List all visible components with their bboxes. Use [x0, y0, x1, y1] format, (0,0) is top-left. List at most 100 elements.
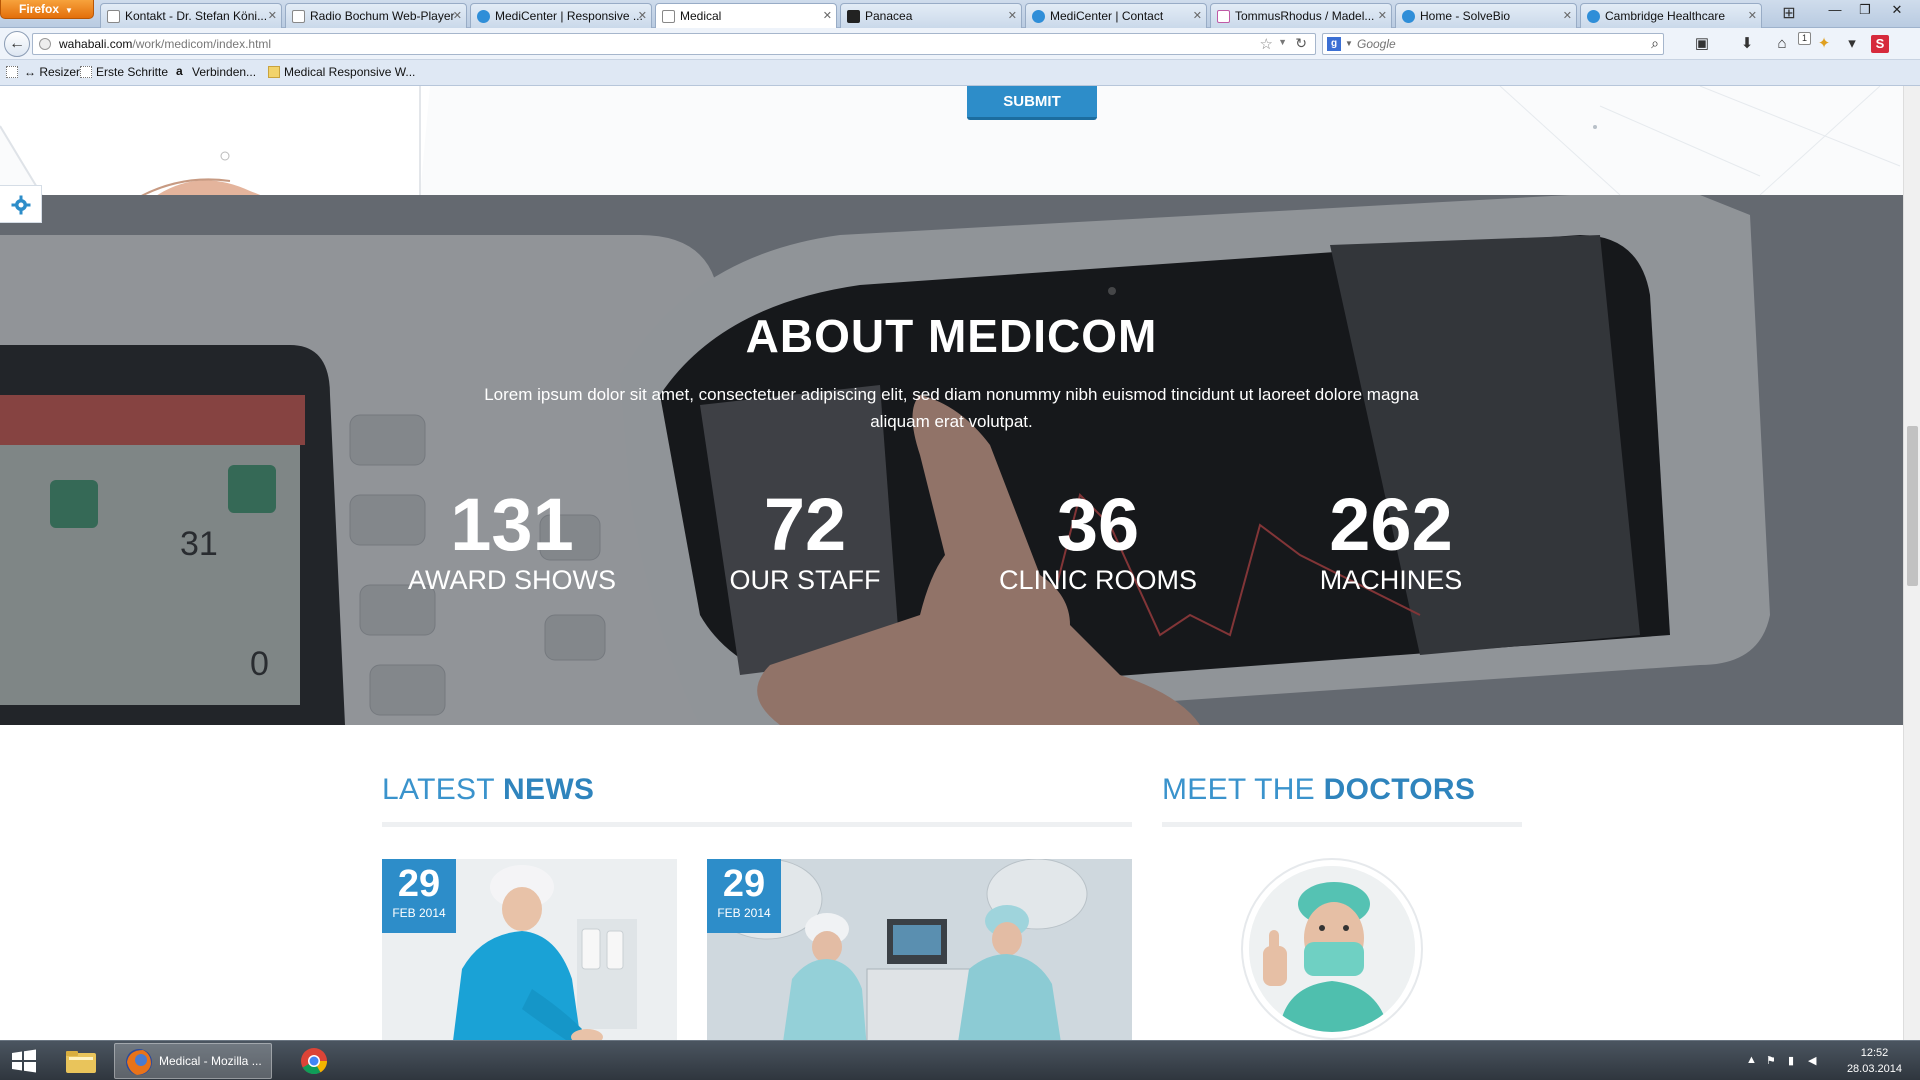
tab-label: Home - SolveBio: [1420, 9, 1511, 23]
news-card[interactable]: 29 FEB 2014: [382, 859, 677, 1040]
bookmark-label: Medical Responsive W...: [284, 65, 416, 79]
show-hidden-icons-icon[interactable]: ▲: [1746, 1054, 1757, 1066]
tab-label: Panacea: [865, 9, 913, 23]
surgeon-thumbs-up-image: [1249, 866, 1415, 1032]
tab-solvebio[interactable]: Home - SolveBio ✕: [1395, 3, 1577, 28]
tab-medical[interactable]: Medical ✕: [655, 3, 837, 28]
search-engine-dropdown-icon[interactable]: ▼: [1345, 39, 1353, 48]
bookmark-verbinden[interactable]: a Verbinden...: [176, 64, 256, 79]
firefox-menu-button[interactable]: Firefox ▼: [0, 0, 94, 19]
url-text[interactable]: wahabali.com/work/medicom/index.html: [59, 37, 271, 51]
solvebio-icon: [1402, 10, 1415, 23]
reload-icon[interactable]: ↻: [1295, 35, 1307, 52]
chevron-down-icon: ▼: [65, 6, 73, 15]
doctors-heading-divider: [1162, 822, 1522, 827]
amazon-icon: a: [176, 64, 183, 78]
restore-icon[interactable]: ❐: [1850, 0, 1880, 20]
cambridge-icon: [1587, 10, 1600, 23]
close-window-icon[interactable]: ✕: [1882, 0, 1912, 20]
tab-label: TommusRhodus / Madel...: [1235, 9, 1375, 23]
taskbar-firefox[interactable]: Medical - Mozilla ...: [114, 1043, 272, 1079]
page-icon: [107, 10, 120, 23]
action-center-flag-icon[interactable]: ⚑: [1766, 1054, 1776, 1067]
windows-start-button[interactable]: [8, 1047, 40, 1075]
tab-tommusrhodus[interactable]: TommusRhodus / Madel... ✕: [1210, 3, 1392, 28]
search-bar[interactable]: g ▼ ⌕: [1322, 33, 1664, 55]
bookmark-resizer[interactable]: ↔ Resizer: [24, 65, 80, 79]
bookmarks-menu-icon[interactable]: ▣: [1690, 34, 1714, 54]
doctor-avatar[interactable]: [1241, 858, 1423, 1040]
taskbar-chrome[interactable]: [284, 1043, 344, 1079]
contact-section-bottom: SUBMIT: [0, 86, 1903, 195]
about-title: ABOUT MEDICOM: [745, 310, 1158, 362]
close-icon[interactable]: ✕: [1378, 4, 1387, 28]
tab-kontakt[interactable]: Kontakt - Dr. Stefan Köni... ✕: [100, 3, 282, 28]
stat-number: 131: [450, 483, 574, 566]
home-icon[interactable]: ⌂: [1770, 34, 1794, 54]
history-dropdown-icon[interactable]: ▼: [1278, 37, 1287, 47]
close-icon[interactable]: ✕: [268, 4, 277, 28]
bookmark-icon: [6, 65, 18, 79]
stat-our-staff: 72 OUR STAFF: [680, 485, 930, 597]
news-card[interactable]: 29 FEB 2014: [707, 859, 1132, 1040]
bookmark-erste-schritte[interactable]: Erste Schritte: [80, 65, 168, 79]
search-icon[interactable]: ⌕: [1651, 35, 1659, 52]
close-icon[interactable]: ✕: [638, 4, 647, 28]
stat-award-shows: 131 AWARD SHOWS: [387, 485, 637, 597]
clock-time: 12:52: [1860, 1047, 1889, 1059]
stat-label: CLINIC ROOMS: [998, 565, 1198, 595]
close-icon[interactable]: ✕: [1008, 4, 1017, 28]
scrollbar-thumb[interactable]: [1907, 426, 1918, 586]
google-icon[interactable]: g: [1327, 37, 1341, 51]
volume-icon[interactable]: ◀: [1808, 1054, 1816, 1067]
sync-s-icon[interactable]: S: [1871, 35, 1889, 53]
stat-label: AWARD SHOWS: [408, 565, 616, 595]
page-icon: [662, 10, 675, 23]
close-icon[interactable]: ✕: [1193, 4, 1202, 28]
stat-label: OUR STAFF: [729, 565, 881, 595]
stat-number: 262: [1329, 483, 1453, 566]
close-icon[interactable]: ✕: [823, 4, 832, 28]
about-description: Lorem ipsum dolor sit amet, consectetuer…: [484, 385, 1419, 431]
chrome-icon: [301, 1048, 328, 1075]
latest-news-heading: LATEST NEWS: [382, 773, 594, 807]
bookmark-medical-responsive[interactable]: Medical Responsive W...: [268, 65, 415, 79]
heading-light: MEET THE: [1162, 773, 1315, 806]
close-icon[interactable]: ✕: [1748, 4, 1757, 28]
back-arrow-icon[interactable]: ←: [4, 31, 30, 57]
taskbar-firefox-label: Medical - Mozilla ...: [159, 1054, 262, 1068]
tab-medicenter-responsive[interactable]: MediCenter | Responsive ... ✕: [470, 3, 652, 28]
url-bar[interactable]: wahabali.com/work/medicom/index.html ☆ ▼…: [32, 33, 1316, 55]
bookmarks-toolbar: ↔ Resizer Erste Schritte a Verbinden... M…: [0, 60, 1920, 86]
search-input[interactable]: [1357, 36, 1637, 52]
firefox-menu-label: Firefox: [19, 2, 60, 16]
tab-panacea[interactable]: Panacea ✕: [840, 3, 1022, 28]
close-icon[interactable]: ✕: [1563, 4, 1572, 28]
menu-dropdown-icon[interactable]: ▾: [1840, 34, 1864, 54]
addon-icon[interactable]: ✦: [1812, 34, 1836, 54]
submit-button[interactable]: SUBMIT: [967, 86, 1097, 120]
page-icon: [80, 66, 92, 78]
date-month: FEB 2014: [392, 906, 446, 920]
date-day: 29: [722, 863, 766, 905]
tab-label: Kontakt - Dr. Stefan Köni...: [125, 9, 268, 23]
minimize-icon[interactable]: —: [1820, 0, 1850, 20]
page-scrollbar[interactable]: [1903, 86, 1920, 1040]
bookmark-star-icon[interactable]: ☆: [1260, 35, 1273, 53]
settings-panel-toggle[interactable]: [0, 185, 42, 223]
close-icon[interactable]: ✕: [453, 4, 462, 28]
download-icon[interactable]: ⬇: [1735, 34, 1759, 54]
tab-label: MediCenter | Contact: [1050, 9, 1164, 23]
taskbar-explorer[interactable]: [50, 1043, 110, 1079]
tab-medicenter-contact[interactable]: MediCenter | Contact ✕: [1025, 3, 1207, 28]
system-clock[interactable]: 12:52 28.03.2014: [1847, 1045, 1902, 1077]
about-dark-overlay: [0, 195, 1903, 725]
stat-machines: 262 MACHINES: [1266, 485, 1516, 597]
meet-doctors-heading: MEET THE DOCTORS: [1162, 773, 1475, 807]
date-day: 29: [397, 863, 441, 905]
network-signal-icon[interactable]: ▮: [1788, 1054, 1794, 1067]
tab-cambridge-healthcare[interactable]: Cambridge Healthcare ✕: [1580, 3, 1762, 28]
tab-list-icon[interactable]: ⊞: [1778, 3, 1800, 25]
tab-radio-bochum[interactable]: Radio Bochum Web-Player ✕: [285, 3, 467, 28]
clock-date: 28.03.2014: [1846, 1063, 1902, 1075]
